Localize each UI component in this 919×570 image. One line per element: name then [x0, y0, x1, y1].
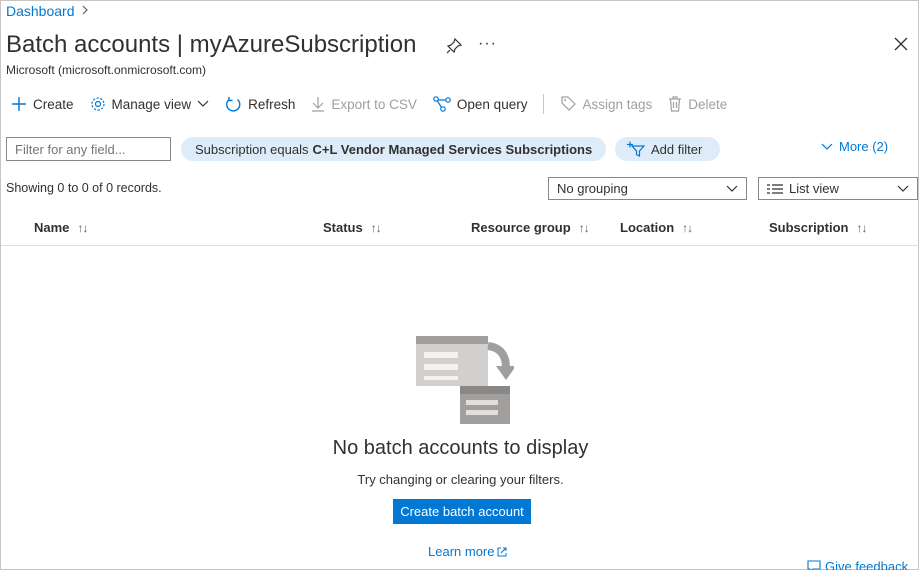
manage-view-button[interactable]: Manage view: [90, 96, 210, 112]
learn-more-link[interactable]: Learn more: [428, 544, 507, 559]
create-button[interactable]: Create: [11, 96, 74, 112]
assign-tags-button[interactable]: Assign tags: [560, 96, 652, 112]
chevron-down-icon: [197, 100, 209, 107]
column-label: Location: [620, 220, 675, 235]
chevron-down-icon: [821, 143, 833, 150]
add-filter-button[interactable]: Add filter: [615, 137, 721, 161]
create-label: Create: [33, 96, 74, 112]
learn-more-label: Learn more: [428, 544, 495, 559]
chevron-right-icon: [81, 4, 89, 18]
sort-icon: ↑↓: [856, 220, 867, 235]
give-feedback-label: Give feedback: [825, 559, 909, 570]
chevron-down-icon: [726, 185, 738, 192]
view-dropdown[interactable]: List view: [758, 177, 918, 200]
more-filters-label: More (2): [839, 139, 889, 154]
refresh-label: Refresh: [248, 96, 296, 112]
toolbar-divider: [543, 94, 545, 114]
sort-icon: ↑↓: [682, 220, 693, 235]
sort-icon: ↑↓: [578, 220, 590, 235]
pin-icon[interactable]: [445, 37, 463, 55]
column-label: Name: [34, 220, 70, 235]
more-filters-button[interactable]: More (2): [821, 139, 888, 154]
view-value: List view: [789, 181, 839, 196]
filter-input[interactable]: [6, 137, 171, 161]
delete-button[interactable]: Delete: [668, 96, 727, 112]
command-bar: Create Manage view Refresh Export to CSV…: [11, 93, 743, 115]
column-label: Status: [323, 220, 363, 235]
page-title: Batch accounts | myAzureSubscription: [6, 31, 417, 58]
open-query-button[interactable]: Open query: [433, 96, 528, 112]
delete-label: Delete: [688, 96, 728, 112]
external-link-icon: [497, 547, 507, 556]
chevron-down-icon: [897, 185, 909, 192]
breadcrumb: Dashboard: [6, 3, 89, 19]
subscription-filter-value: C+L Vendor Managed Services Subscription…: [312, 141, 593, 157]
records-count: Showing 0 to 0 of 0 records.: [6, 181, 162, 195]
refresh-icon: [226, 96, 241, 112]
export-csv-label: Export to CSV: [331, 96, 417, 112]
plus-icon: [12, 97, 26, 111]
empty-state-subtitle: Try changing or clearing your filters.: [357, 472, 564, 487]
assign-tags-label: Assign tags: [582, 96, 653, 112]
download-icon: [312, 97, 325, 112]
grouping-value: No grouping: [557, 181, 628, 196]
give-feedback-link[interactable]: Give feedback: [807, 559, 908, 570]
column-header-status[interactable]: Status ↑↓: [323, 220, 382, 235]
column-header-subscription[interactable]: Subscription ↑↓: [769, 220, 867, 235]
column-header-location[interactable]: Location ↑↓: [620, 220, 693, 235]
manage-view-label: Manage view: [111, 96, 192, 112]
grouping-dropdown[interactable]: No grouping: [548, 177, 747, 200]
list-icon: [767, 183, 783, 194]
query-icon: [433, 96, 451, 112]
trash-icon: [669, 96, 682, 112]
column-label: Resource group: [471, 220, 571, 235]
create-batch-account-button[interactable]: Create batch account: [393, 499, 531, 524]
feedback-icon: [807, 560, 821, 570]
breadcrumb-dashboard-link[interactable]: Dashboard: [6, 3, 75, 19]
sort-icon: ↑↓: [370, 220, 382, 235]
header-divider: [1, 245, 919, 246]
add-filter-icon: [627, 141, 645, 157]
column-header-name[interactable]: Name ↑↓: [34, 220, 88, 235]
directory-subtitle: Microsoft (microsoft.onmicrosoft.com): [6, 63, 207, 77]
export-csv-button[interactable]: Export to CSV: [311, 96, 417, 112]
column-label: Subscription: [769, 220, 849, 235]
sort-icon: ↑↓: [77, 220, 88, 235]
add-filter-label: Add filter: [651, 141, 703, 157]
empty-state-illustration-icon: [414, 334, 516, 431]
empty-state-title: No batch accounts to display: [332, 437, 589, 459]
subscription-filter-pill[interactable]: Subscription equals C+L Vendor Managed S…: [181, 137, 607, 161]
gear-icon: [90, 97, 105, 111]
subscription-filter-prefix: Subscription equals: [195, 141, 309, 157]
open-query-label: Open query: [456, 96, 528, 112]
close-icon[interactable]: [893, 36, 909, 52]
refresh-button[interactable]: Refresh: [225, 96, 295, 113]
more-options-icon[interactable]: ···: [478, 35, 497, 53]
column-header-resource-group[interactable]: Resource group ↑↓: [471, 220, 590, 235]
tag-icon: [561, 96, 577, 111]
